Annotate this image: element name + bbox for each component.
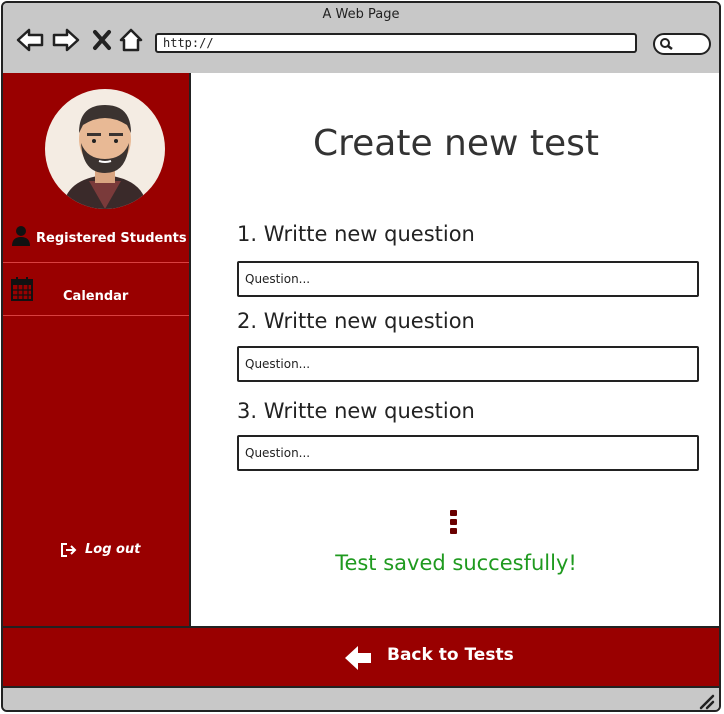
url-text: http:// <box>163 36 214 50</box>
page-title: Create new test <box>312 123 600 164</box>
logout-icon <box>61 543 77 557</box>
logout-label: Log out <box>85 542 141 557</box>
browser-window: A Web Page http:// Registered Students C… <box>1 1 721 712</box>
browser-search-box[interactable] <box>653 33 711 55</box>
search-icon <box>660 38 673 50</box>
close-icon[interactable] <box>87 25 117 55</box>
back-arrow-icon[interactable] <box>15 25 45 55</box>
calendar-icon <box>11 277 33 301</box>
back-to-tests-button[interactable]: Back to Tests <box>3 626 719 688</box>
user-avatar-illustration <box>63 105 147 209</box>
sidebar-divider <box>3 315 189 316</box>
sidebar: Registered Students Calendar Log out <box>3 73 191 626</box>
sidebar-item-label: Registered Students <box>36 231 187 246</box>
browser-toolbar: A Web Page http:// <box>3 3 719 75</box>
address-bar[interactable]: http:// <box>155 33 637 53</box>
home-icon[interactable] <box>116 25 146 55</box>
question-label: 3. Writte new question <box>237 399 475 423</box>
question-input[interactable] <box>237 346 699 382</box>
status-message: Test saved succesfully! <box>335 551 577 575</box>
sidebar-divider <box>3 262 189 263</box>
question-label: 1. Writte new question <box>237 222 475 246</box>
resize-grip-icon[interactable] <box>699 694 715 710</box>
question-input[interactable] <box>237 261 699 297</box>
question-input[interactable] <box>237 435 699 471</box>
sidebar-item-label: Calendar <box>63 289 129 304</box>
forward-arrow-icon[interactable] <box>51 25 81 55</box>
vertical-ellipsis-icon[interactable] <box>450 510 458 537</box>
window-title: A Web Page <box>322 7 400 22</box>
user-icon <box>12 226 30 246</box>
question-label: 2. Writte new question <box>237 309 475 333</box>
back-to-tests-label: Back to Tests <box>387 645 514 665</box>
sidebar-item-calendar[interactable]: Calendar <box>3 273 189 315</box>
sidebar-item-registered-students[interactable]: Registered Students <box>3 221 189 261</box>
status-bar <box>3 688 719 710</box>
main-content: Create new test 1. Writte new question 2… <box>191 73 719 626</box>
logout-button[interactable]: Log out <box>3 535 189 565</box>
arrow-left-icon <box>345 646 371 670</box>
avatar <box>45 89 165 209</box>
